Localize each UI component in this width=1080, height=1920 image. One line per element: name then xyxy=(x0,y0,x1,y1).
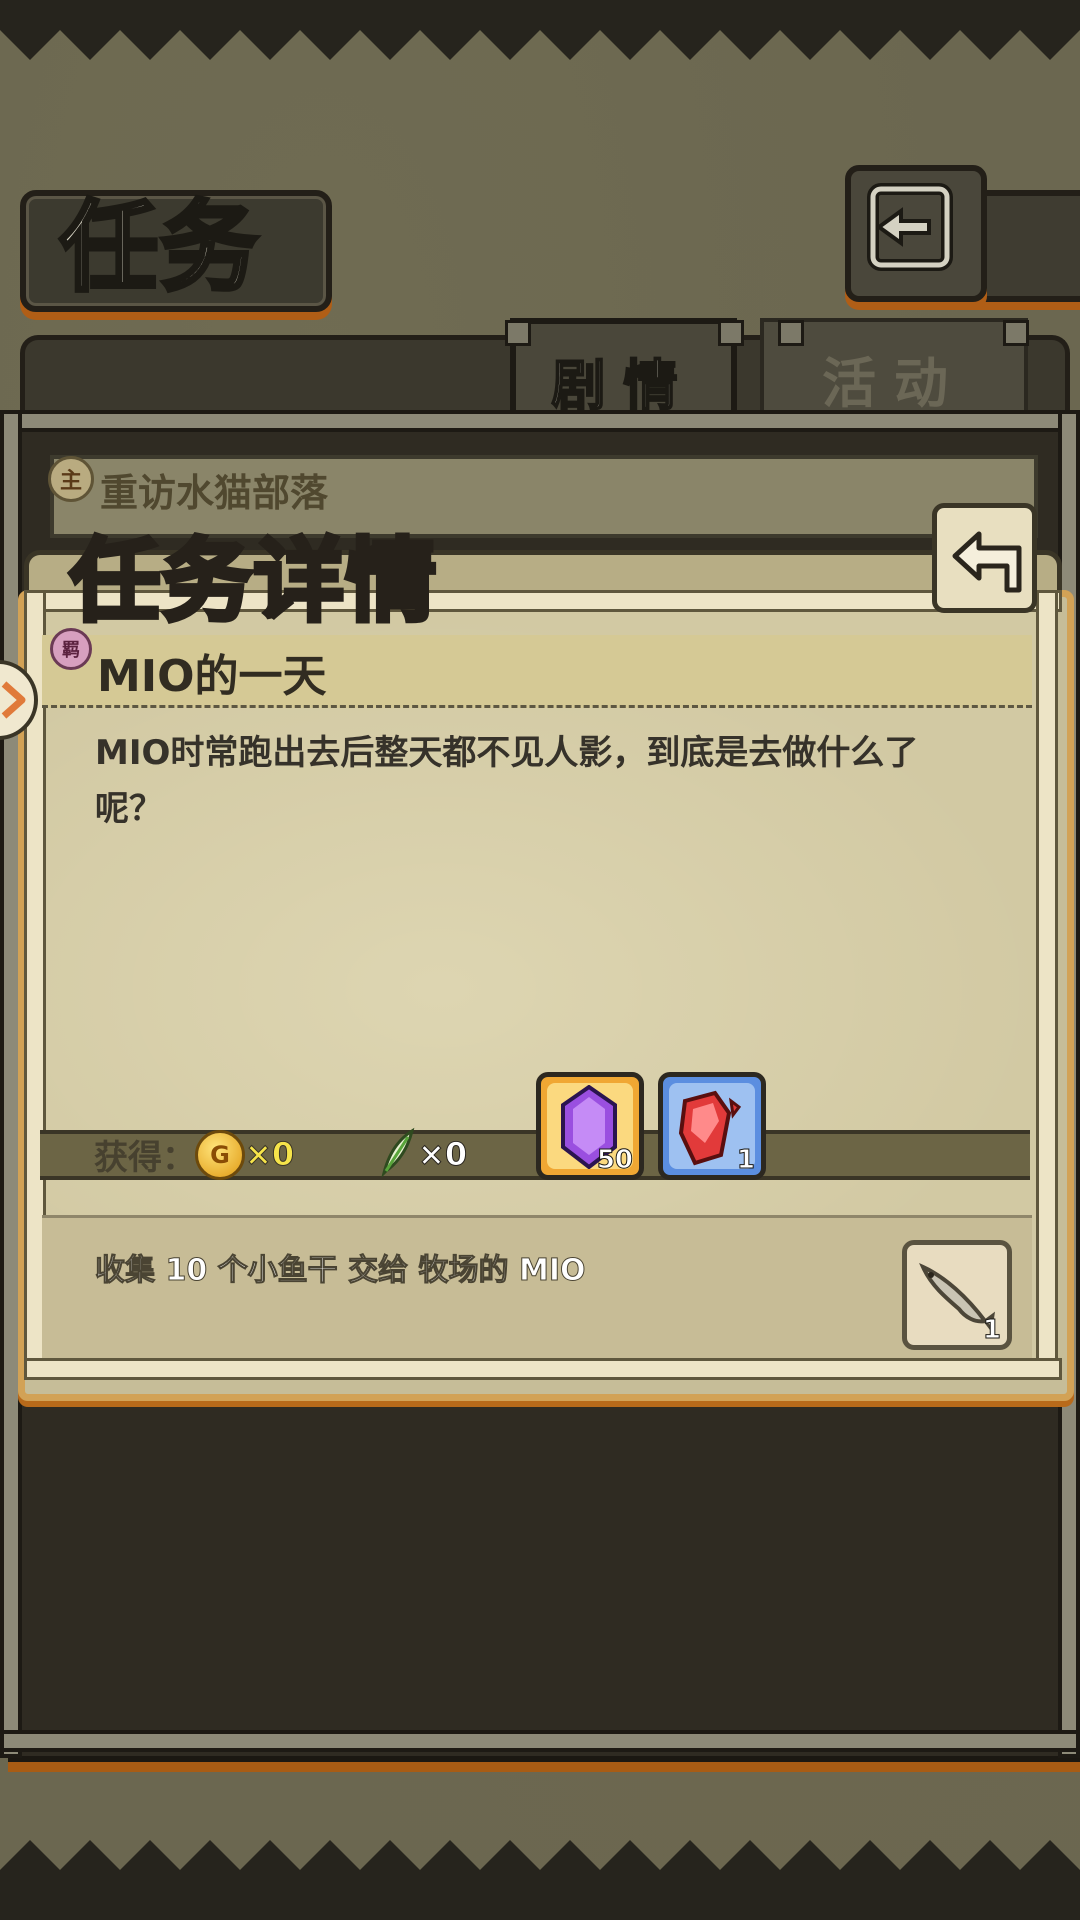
quest-description: MIO时常跑出去后整天都不见人影，到底是去做什么了呢？ xyxy=(95,733,919,829)
main-quest-icon: 主 xyxy=(48,456,94,502)
gold-amount: ×0 xyxy=(244,1135,295,1174)
gold-coin-icon: G xyxy=(195,1130,245,1180)
tab-post xyxy=(718,320,744,346)
detail-back-button[interactable] xyxy=(932,503,1037,613)
bond-quest-icon: 羁 xyxy=(50,628,92,670)
top-zigzag-border xyxy=(0,0,1080,60)
chevron-right-icon xyxy=(1,681,26,719)
tab-post xyxy=(505,320,531,346)
reward-item-count: 50 xyxy=(596,1145,633,1176)
page-title: 任务 xyxy=(58,188,261,307)
task-objective: 收集 10 个小鱼干 交给 牧场的 MIO xyxy=(95,1253,586,1289)
reward-item-count: 1 xyxy=(736,1145,755,1176)
reward-item-crystal[interactable]: 50 xyxy=(536,1072,644,1180)
detail-title: 任务详情 xyxy=(68,526,439,637)
detail-right-rail xyxy=(1036,590,1058,1366)
feather-amount: ×0 xyxy=(417,1135,468,1174)
return-arrow-icon xyxy=(867,183,953,271)
reward-item-ruby[interactable]: 1 xyxy=(658,1072,766,1180)
panel-top-rail xyxy=(0,410,1080,432)
tab-post xyxy=(1003,320,1029,346)
bottom-zigzag-border xyxy=(0,1840,1080,1920)
tab-post xyxy=(778,320,804,346)
detail-bottom-rail xyxy=(24,1358,1062,1380)
task-item-count: 1 xyxy=(982,1315,1001,1346)
feather-icon xyxy=(381,1127,415,1177)
return-arrow-icon xyxy=(952,531,1021,593)
red-ruby-shard-icon xyxy=(678,1090,742,1166)
reward-label: 获得： xyxy=(94,1138,196,1178)
back-button[interactable] xyxy=(845,165,987,302)
panel-bottom-rail xyxy=(0,1730,1080,1752)
quest-name: MIO的一天 xyxy=(97,651,327,702)
task-item-fish[interactable]: 1 xyxy=(902,1240,1012,1350)
